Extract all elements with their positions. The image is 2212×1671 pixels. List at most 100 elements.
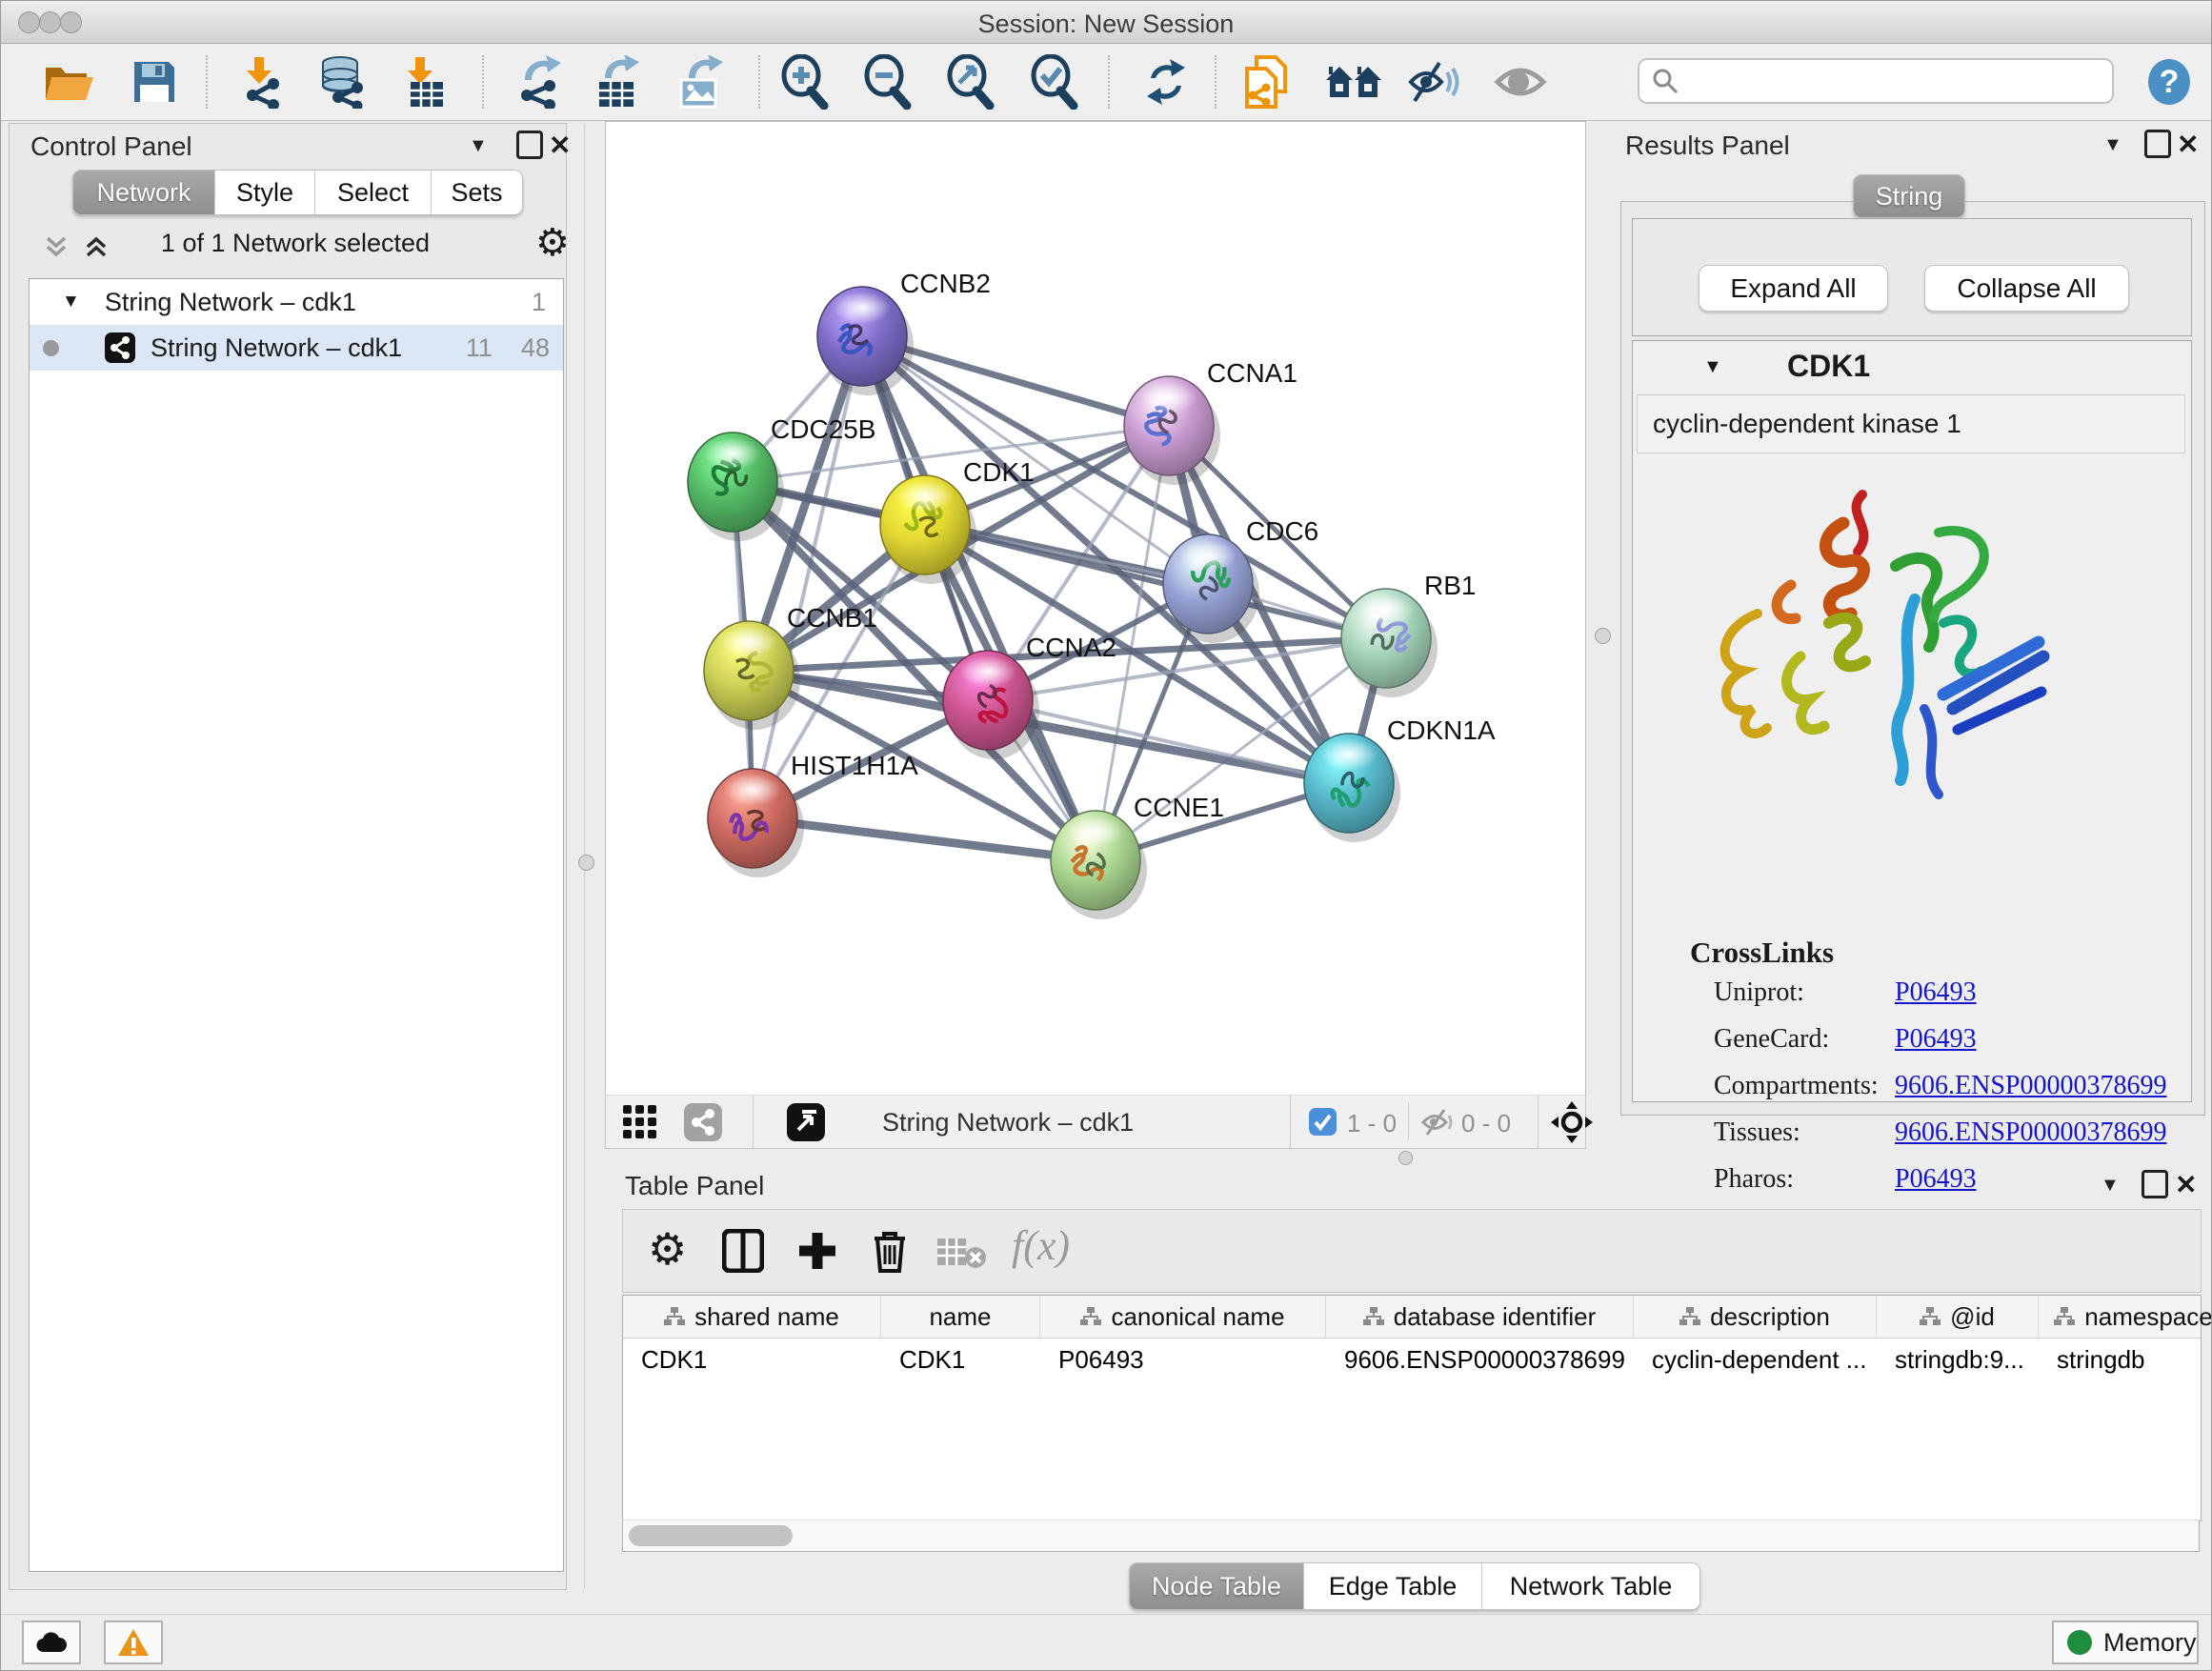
table-options-gear-icon[interactable]: ⚙ [648, 1223, 687, 1275]
table-panel-title: Table Panel [625, 1171, 764, 1201]
network-node-cdkn1a[interactable] [1304, 734, 1400, 842]
network-node-ccne1[interactable] [1051, 811, 1147, 919]
delete-table-icon[interactable] [937, 1237, 987, 1269]
network-node-rb1[interactable] [1341, 589, 1438, 697]
collapse-all-button[interactable]: Collapse All [1924, 265, 2129, 312]
control-panel-float-icon[interactable]: ▼ [469, 135, 488, 157]
show-columns-icon[interactable] [722, 1229, 764, 1273]
export-table-icon[interactable] [593, 55, 641, 109]
zoom-out-icon[interactable] [861, 54, 913, 110]
toolbar-separator [753, 1096, 754, 1148]
crosslink-link[interactable]: P06493 [1895, 977, 1977, 1008]
warning-status-button[interactable] [104, 1621, 163, 1664]
network-collection-row[interactable]: ▼ String Network – cdk1 1 [30, 279, 563, 325]
cloud-status-button[interactable] [22, 1621, 81, 1664]
table-cell[interactable]: cyclin-dependent ... [1634, 1339, 1877, 1380]
results-panel-maximize-icon[interactable] [2144, 130, 2171, 158]
import-network-file-icon[interactable] [235, 55, 287, 109]
open-session-icon[interactable] [42, 58, 95, 106]
network-graph[interactable]: CCNB2CCNA1CDC25BCDK1CDC6RB1CCNB1CCNA2CDK… [606, 122, 1585, 1096]
table-cell[interactable]: P06493 [1040, 1339, 1326, 1380]
search-input[interactable] [1638, 58, 2114, 104]
add-column-icon[interactable] [796, 1229, 838, 1273]
hide-selected-icon[interactable] [1407, 59, 1460, 105]
table-horizontal-scrollbar[interactable] [622, 1520, 2200, 1552]
tab-string[interactable]: String [1854, 175, 1964, 217]
tab-sets[interactable]: Sets [432, 171, 522, 214]
network-edge[interactable] [753, 818, 1096, 860]
delete-column-icon[interactable] [869, 1227, 911, 1275]
birdseye-view-icon[interactable] [787, 1103, 825, 1141]
zoom-in-icon[interactable] [778, 54, 830, 110]
table-column-header[interactable]: shared name [623, 1296, 881, 1338]
zoom-fit-icon[interactable] [944, 54, 995, 110]
table-cell[interactable]: CDK1 [881, 1339, 1040, 1380]
table-cell[interactable]: CDK1 [623, 1339, 881, 1380]
table-column-header[interactable]: description [1634, 1296, 1877, 1338]
table-panel-maximize-icon[interactable] [2142, 1170, 2168, 1198]
gene-section-collapse-icon[interactable]: ▼ [1703, 356, 1722, 378]
table-column-header[interactable]: @id [1877, 1296, 2039, 1338]
network-canvas[interactable]: CCNB2CCNA1CDC25BCDK1CDC6RB1CCNB1CCNA2CDK… [605, 121, 1586, 1097]
selected-nodes-checkbox-icon[interactable] [1309, 1108, 1337, 1136]
table-row[interactable]: CDK1CDK1P064939606.ENSP00000378699cyclin… [623, 1339, 2201, 1380]
tab-network-table[interactable]: Network Table [1482, 1563, 1699, 1609]
import-network-database-icon[interactable] [315, 55, 369, 109]
table-column-header[interactable]: canonical name [1040, 1296, 1326, 1338]
results-panel-tabs: String [1853, 174, 1965, 218]
fit-selected-crosshair-icon[interactable] [1551, 1101, 1593, 1143]
hidden-eye-slash-icon[interactable] [1421, 1109, 1456, 1136]
export-network-icon[interactable] [512, 55, 563, 109]
column-hierarchy-icon [664, 1307, 685, 1326]
import-table-icon[interactable] [403, 55, 447, 109]
results-panel-close-icon[interactable]: ✕ [2177, 129, 2199, 160]
crosslink-link[interactable]: 9606.ENSP00000378699 [1895, 1117, 2166, 1148]
tab-select[interactable]: Select [315, 171, 432, 214]
zoom-selected-icon[interactable] [1028, 54, 1079, 110]
network-view-mode-icon[interactable] [684, 1103, 722, 1141]
grid-view-icon[interactable] [623, 1105, 657, 1139]
network-options-gear-icon[interactable]: ⚙ [535, 221, 570, 265]
expand-all-networks-icon[interactable] [82, 232, 111, 261]
control-panel-close-icon[interactable]: ✕ [549, 130, 571, 161]
expand-all-button[interactable]: Expand All [1699, 265, 1888, 312]
left-splitter-handle[interactable] [578, 855, 594, 871]
toolbar-separator [482, 55, 484, 109]
network-node-cdc25b[interactable] [688, 433, 784, 541]
table-panel-float-icon[interactable]: ▼ [2101, 1175, 2120, 1197]
network-node-ccna2[interactable] [943, 651, 1039, 759]
control-panel-maximize-icon[interactable] [516, 131, 543, 159]
table-cell[interactable]: stringdb [2039, 1339, 2212, 1380]
table-column-header[interactable]: namespace [2039, 1296, 2212, 1338]
network-edge[interactable] [862, 336, 1096, 860]
network-node-ccnb2[interactable] [817, 287, 914, 395]
tab-edge-table[interactable]: Edge Table [1304, 1563, 1482, 1609]
memory-button[interactable]: Memory [2052, 1621, 2199, 1664]
export-image-icon[interactable] [675, 55, 723, 109]
collection-expand-icon[interactable]: ▼ [62, 292, 80, 312]
save-session-icon[interactable] [131, 58, 178, 106]
refresh-icon[interactable] [1141, 57, 1191, 107]
crosslink-link[interactable]: 9606.ENSP00000378699 [1895, 1071, 2166, 1101]
tab-network[interactable]: Network [73, 171, 215, 214]
table-column-header[interactable]: name [881, 1296, 1040, 1338]
collapse-all-networks-icon[interactable] [42, 232, 70, 261]
right-splitter-handle[interactable] [1595, 628, 1611, 644]
network-node-cdk1[interactable] [880, 475, 976, 584]
table-panel-close-icon[interactable]: ✕ [2175, 1169, 2197, 1200]
clone-network-icon[interactable] [1241, 53, 1293, 111]
table-cell[interactable]: 9606.ENSP00000378699 [1326, 1339, 1634, 1380]
tab-node-table[interactable]: Node Table [1130, 1563, 1304, 1609]
first-neighbors-icon[interactable] [1324, 59, 1383, 105]
show-all-icon[interactable] [1494, 61, 1547, 103]
table-column-header[interactable]: database identifier [1326, 1296, 1634, 1338]
results-panel-float-icon[interactable]: ▼ [2103, 134, 2122, 156]
table-cell[interactable]: stringdb:9... [1877, 1339, 2039, 1380]
network-node-hist1h1a[interactable] [708, 769, 804, 877]
crosslink-link[interactable]: P06493 [1895, 1024, 1977, 1055]
function-builder-icon[interactable]: f(x) [1012, 1221, 1070, 1270]
network-row[interactable]: String Network – cdk1 11 48 [30, 325, 563, 371]
help-icon[interactable]: ? [2145, 58, 2193, 106]
scrollbar-thumb[interactable] [629, 1525, 793, 1546]
tab-style[interactable]: Style [215, 171, 315, 214]
